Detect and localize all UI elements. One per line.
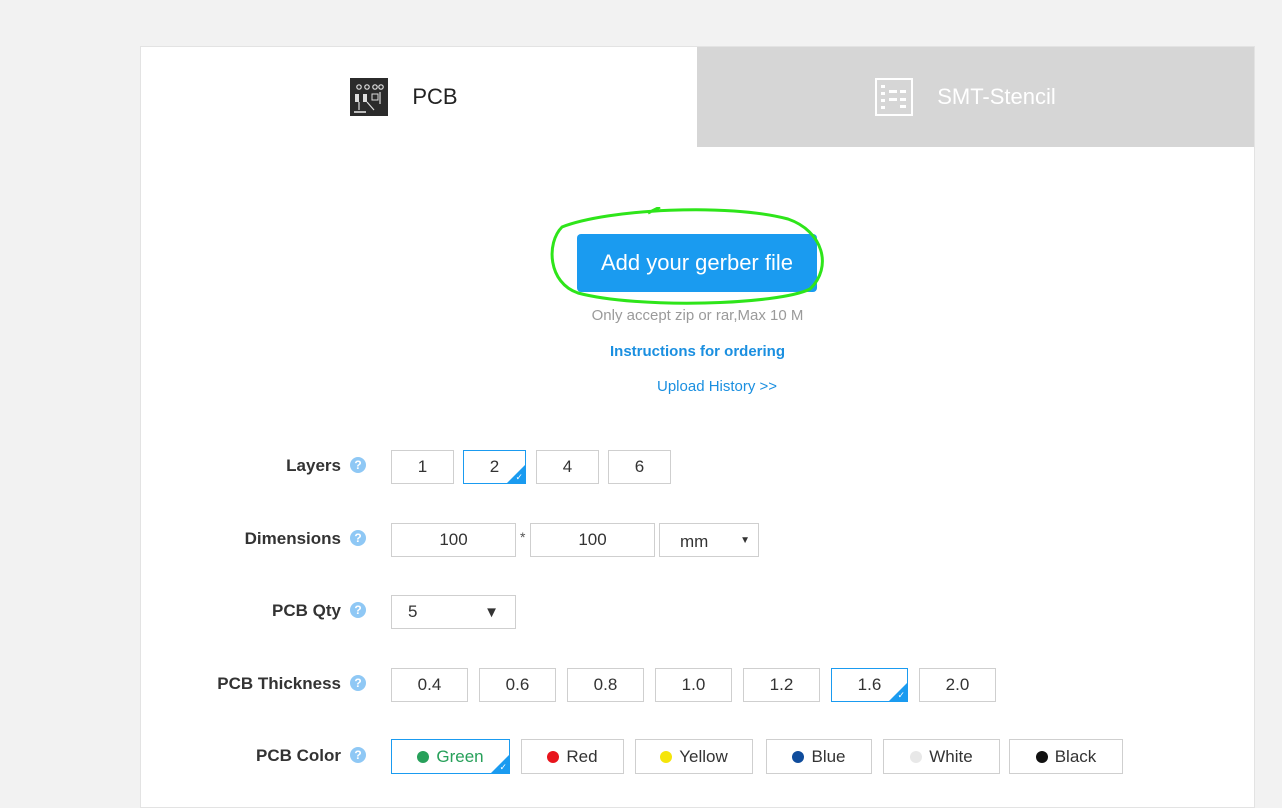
color-swatch-icon: [417, 750, 430, 763]
upload-note: Only accept zip or rar,Max 10 M: [141, 307, 1254, 324]
unit-select[interactable]: mm ▼: [659, 523, 759, 557]
thickness-option-2.0[interactable]: 2.0: [919, 668, 996, 702]
color-option-blue[interactable]: Blue: [766, 739, 872, 774]
thickness-option-label: 0.6: [505, 675, 530, 694]
stencil-icon: [875, 78, 914, 116]
order-card: PCB SMT-Stencil Add your gerber file Onl…: [140, 46, 1255, 808]
tab-smt-stencil[interactable]: SMT-Stencil: [697, 47, 1254, 147]
color-option-label: White: [929, 746, 973, 766]
layers-option-4[interactable]: 4: [536, 450, 599, 484]
color-option-label: Blue: [811, 746, 846, 766]
color-label: PCB Color: [256, 746, 341, 765]
instructions-link[interactable]: Instructions for ordering: [141, 343, 1254, 360]
thickness-option-0.8[interactable]: 0.8: [567, 668, 644, 702]
qty-select[interactable]: 5 ▼: [391, 595, 516, 629]
qty-help-icon[interactable]: ?: [350, 602, 366, 618]
layers-option-6[interactable]: 6: [608, 450, 671, 484]
upload-history-link[interactable]: Upload History >>: [657, 378, 777, 395]
qty-label: PCB Qty: [272, 601, 341, 620]
thickness-option-label: 0.8: [593, 675, 618, 694]
add-gerber-file-button[interactable]: Add your gerber file: [577, 234, 817, 292]
qty-value: 5: [408, 602, 418, 621]
color-help-icon[interactable]: ?: [350, 747, 366, 763]
pcb-board-icon: [350, 78, 389, 116]
thickness-option-label: 2.0: [945, 675, 970, 694]
layers-help-icon[interactable]: ?: [350, 457, 366, 473]
color-option-label: Green: [436, 746, 484, 766]
color-swatch-icon: [910, 750, 923, 763]
thickness-option-0.6[interactable]: 0.6: [479, 668, 556, 702]
thickness-option-label: 1.2: [769, 675, 794, 694]
color-option-green[interactable]: Green ✓: [391, 739, 510, 774]
layers-option-label: 1: [417, 457, 428, 476]
color-option-label: Yellow: [679, 746, 728, 766]
tab-smt-label: SMT-Stencil: [937, 84, 1056, 109]
tab-pcb[interactable]: PCB: [141, 47, 697, 147]
layers-option-label: 4: [562, 457, 573, 476]
dimensions-help-icon[interactable]: ?: [350, 530, 366, 546]
thickness-label: PCB Thickness: [217, 674, 341, 693]
color-option-white[interactable]: White: [883, 739, 1000, 774]
color-option-black[interactable]: Black: [1009, 739, 1123, 774]
thickness-help-icon[interactable]: ?: [350, 675, 366, 691]
chevron-down-icon: ▼: [740, 534, 750, 546]
checkmark-icon: ✓: [499, 762, 507, 772]
thickness-option-1.2[interactable]: 1.2: [743, 668, 820, 702]
height-input[interactable]: 100: [530, 523, 655, 557]
checkmark-icon: ✓: [897, 690, 905, 700]
thickness-option-0.4[interactable]: 0.4: [391, 668, 468, 702]
color-swatch-icon: [547, 750, 560, 763]
thickness-option-label: 1.6: [857, 675, 882, 694]
product-tabs: PCB SMT-Stencil: [141, 47, 1254, 147]
unit-value: mm: [680, 532, 709, 551]
color-swatch-icon: [660, 750, 673, 763]
layers-option-label: 2: [489, 457, 500, 476]
layers-option-2[interactable]: 2 ✓: [463, 450, 526, 484]
caret-down-icon: ▼: [484, 603, 499, 621]
color-swatch-icon: [1035, 750, 1048, 763]
tab-pcb-label: PCB: [412, 84, 458, 109]
checkmark-icon: ✓: [515, 472, 523, 482]
upload-note-text: Only accept zip or rar,Max 10 M: [591, 307, 804, 324]
layers-option-label: 6: [634, 457, 645, 476]
layers-label: Layers: [286, 456, 341, 475]
thickness-option-1.0[interactable]: 1.0: [655, 668, 732, 702]
color-option-yellow[interactable]: Yellow: [635, 739, 753, 774]
color-option-red[interactable]: Red: [521, 739, 624, 774]
color-swatch-icon: [792, 750, 805, 763]
thickness-option-label: 0.4: [417, 675, 442, 694]
width-input[interactable]: 100: [391, 523, 516, 557]
dimension-separator: *: [520, 529, 526, 545]
thickness-option-label: 1.0: [681, 675, 706, 694]
thickness-option-1.6[interactable]: 1.6 ✓: [831, 668, 908, 702]
color-option-label: Black: [1054, 746, 1097, 766]
dimensions-label: Dimensions: [244, 529, 341, 548]
color-option-label: Red: [566, 746, 598, 766]
layers-option-1[interactable]: 1: [391, 450, 454, 484]
